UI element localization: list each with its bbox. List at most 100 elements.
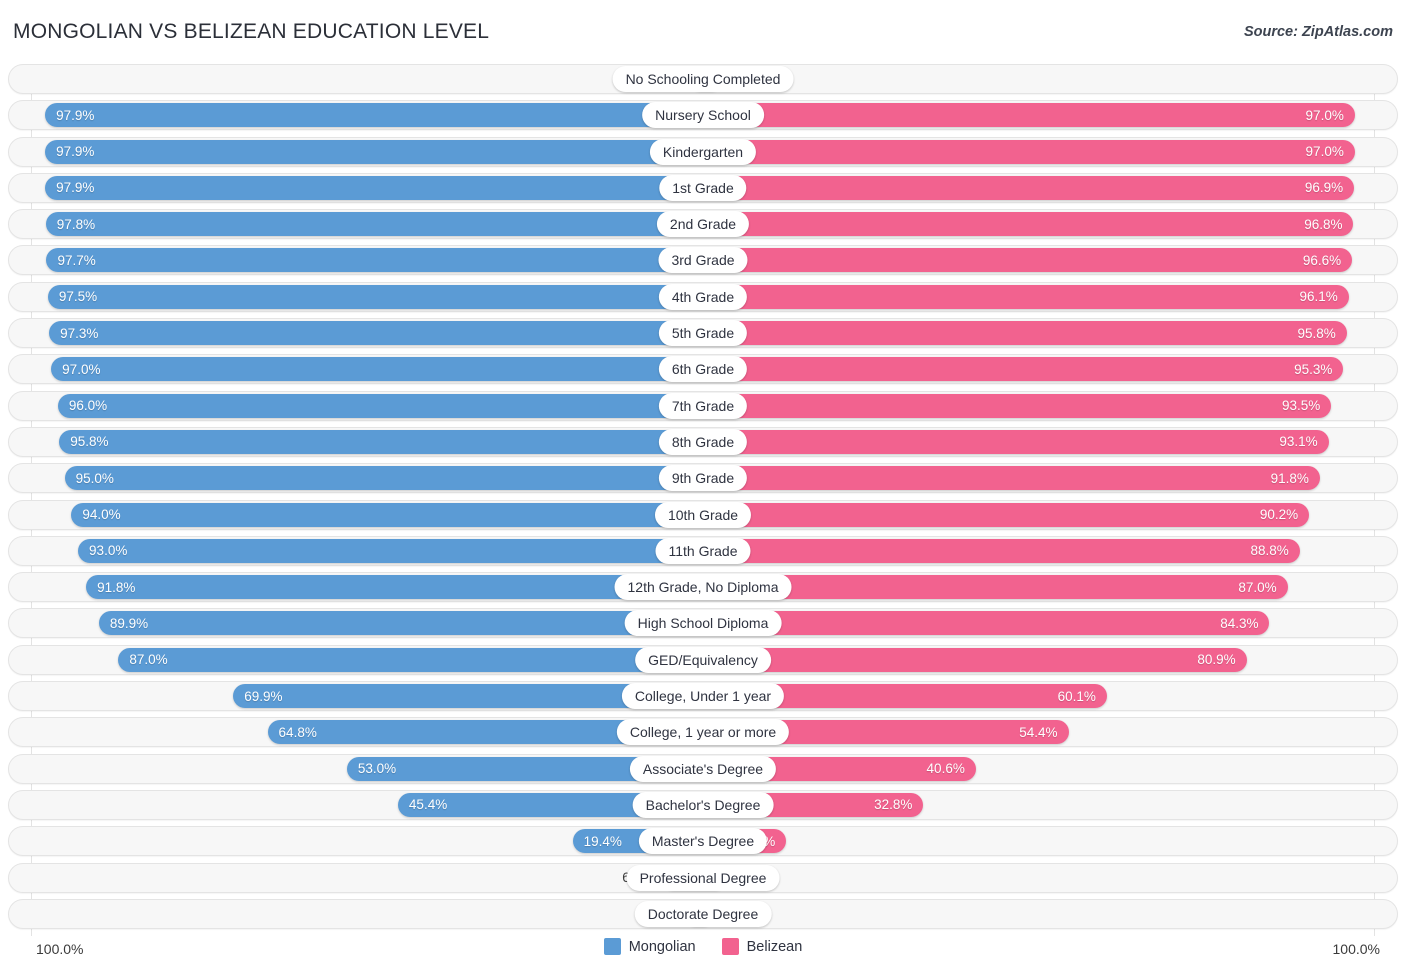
bar-value-inside: 93.5% <box>1282 398 1321 414</box>
bar-belizean[interactable]: 96.6% <box>703 248 1353 273</box>
bar-half-belizean: 32.8%32.8% <box>703 792 1398 817</box>
legend-label: Mongolian <box>628 938 696 955</box>
bar-mongolian[interactable]: 96.0% <box>57 393 703 418</box>
bar-value-inside: 53.0% <box>357 761 397 777</box>
bar-value-inside: 32.8% <box>874 797 913 813</box>
bar-value-inside: 97.9% <box>56 180 95 196</box>
category-label: 1st Grade <box>659 174 747 201</box>
bar-value-inside: 95.0% <box>75 470 114 486</box>
bar-value-inside: 89.9% <box>109 615 149 631</box>
bar-mongolian[interactable]: 97.9% <box>45 175 703 200</box>
bar-half-belizean: 93.5%93.5% <box>703 393 1398 418</box>
category-label: Master's Degree <box>638 828 768 855</box>
legend-item-mongolian[interactable]: Mongolian <box>603 938 696 955</box>
category-label: 5th Grade <box>658 320 748 347</box>
bar-half-mongolian: 97.9%97.9% <box>8 175 703 200</box>
bar-mongolian[interactable]: 94.0% <box>71 502 703 527</box>
legend-item-belizean[interactable]: Belizean <box>721 938 802 955</box>
bar-half-belizean: 90.2%90.2% <box>703 502 1398 527</box>
bar-belizean[interactable]: 93.1% <box>703 429 1329 454</box>
bar-mongolian[interactable]: 97.8% <box>45 212 703 237</box>
bar-belizean[interactable]: 93.5% <box>703 393 1332 418</box>
bar-mongolian[interactable]: 91.8% <box>86 575 703 600</box>
category-label: 12th Grade, No Diploma <box>614 574 792 601</box>
bar-value-inside: 97.8% <box>56 216 96 232</box>
chart-row: 64.8%64.8%54.4%54.4%College, 1 year or m… <box>8 717 1398 748</box>
legend-swatch-icon <box>721 938 739 955</box>
bar-value-inside: 97.9% <box>56 107 95 123</box>
bar-value-inside: 60.1% <box>1057 688 1096 704</box>
bar-half-belizean: 40.6%40.6% <box>703 756 1398 781</box>
bar-mongolian[interactable]: 93.0% <box>78 538 703 563</box>
bar-half-mongolian: 2.1%2.1% <box>8 67 703 91</box>
bar-half-belizean: 3.6%3.6% <box>703 865 1398 890</box>
bar-value-inside: 97.0% <box>1305 107 1344 123</box>
category-label: GED/Equivalency <box>635 646 771 673</box>
bar-belizean[interactable]: 80.9% <box>703 647 1247 672</box>
bar-belizean[interactable]: 95.3% <box>703 357 1344 382</box>
bar-value-inside: 96.1% <box>1299 289 1338 305</box>
chart-row: 6.1%6.1%3.6%3.6%Professional Degree <box>8 862 1398 893</box>
category-label: 4th Grade <box>658 283 748 310</box>
bar-value-inside: 96.8% <box>1304 216 1343 232</box>
chart-row: 93.0%93.0%88.8%88.8%11th Grade <box>8 535 1398 566</box>
bar-mongolian[interactable]: 97.0% <box>51 357 703 382</box>
chart-row: 97.0%97.0%95.3%95.3%6th Grade <box>8 354 1398 385</box>
bar-value-inside: 88.8% <box>1250 543 1289 559</box>
bar-mongolian[interactable]: 97.5% <box>47 284 703 309</box>
bar-belizean[interactable]: 96.9% <box>703 175 1355 200</box>
bar-belizean[interactable]: 97.0% <box>703 103 1355 128</box>
bar-mongolian[interactable]: 87.0% <box>118 647 703 672</box>
chart-row: 97.8%97.8%96.8%96.8%2nd Grade <box>8 209 1398 240</box>
bar-half-belizean: 1.4%1.4% <box>703 901 1398 926</box>
bar-half-mongolian: 97.9%97.9% <box>8 139 703 164</box>
category-label: Nursery School <box>642 102 764 129</box>
chart-row: 53.0%53.0%40.6%40.6%Associate's Degree <box>8 753 1398 784</box>
bar-value-inside: 91.8% <box>97 579 136 595</box>
bar-value-inside: 96.6% <box>1302 252 1342 268</box>
category-label: 9th Grade <box>658 465 748 492</box>
category-label: 11th Grade <box>655 537 751 564</box>
bar-value-inside: 96.9% <box>1304 180 1344 196</box>
bar-value-inside: 80.9% <box>1197 652 1236 668</box>
category-label: 10th Grade <box>654 501 752 528</box>
bar-belizean[interactable]: 91.8% <box>703 466 1320 491</box>
bar-belizean[interactable]: 88.8% <box>703 538 1300 563</box>
bar-mongolian[interactable]: 97.9% <box>45 139 703 164</box>
bar-half-belizean: 97.0%97.0% <box>703 103 1398 128</box>
category-label: Kindergarten <box>649 138 757 165</box>
chart-row: 2.8%2.8%1.4%1.4%Doctorate Degree <box>8 898 1398 929</box>
bar-half-mongolian: 64.8%64.8% <box>8 720 703 745</box>
bar-half-belizean: 95.8%95.8% <box>703 321 1398 346</box>
bar-belizean[interactable]: 84.3% <box>703 611 1270 636</box>
bar-value-inside: 84.3% <box>1220 615 1259 631</box>
bar-half-belizean: 54.4%54.4% <box>703 720 1398 745</box>
bar-value-inside: 97.0% <box>1305 144 1344 160</box>
category-label: 7th Grade <box>658 392 748 419</box>
bar-mongolian[interactable]: 97.3% <box>49 321 703 346</box>
bar-mongolian[interactable]: 95.0% <box>64 466 703 491</box>
bar-value-inside: 95.8% <box>1297 325 1336 341</box>
bar-half-belizean: 12.4%12.4% <box>703 829 1398 854</box>
chart-row: 97.5%97.5%96.1%96.1%4th Grade <box>8 281 1398 312</box>
bar-belizean[interactable]: 97.0% <box>703 139 1355 164</box>
bar-mongolian[interactable]: 97.9% <box>45 103 703 128</box>
bar-belizean[interactable]: 90.2% <box>703 502 1310 527</box>
bar-belizean[interactable]: 96.8% <box>703 212 1354 237</box>
bar-mongolian[interactable]: 89.9% <box>98 611 703 636</box>
bar-half-mongolian: 45.4%45.4% <box>8 792 703 817</box>
bar-mongolian[interactable]: 97.7% <box>46 248 703 273</box>
bar-value-inside: 97.9% <box>56 144 95 160</box>
bar-mongolian[interactable]: 95.8% <box>59 429 703 454</box>
bar-half-mongolian: 97.8%97.8% <box>8 212 703 237</box>
category-label: College, 1 year or more <box>616 719 790 746</box>
bar-half-mongolian: 96.0%96.0% <box>8 393 703 418</box>
bar-value-inside: 95.3% <box>1294 361 1333 377</box>
bar-value-inside: 97.3% <box>60 325 99 341</box>
bar-belizean[interactable]: 96.1% <box>703 284 1349 309</box>
bar-half-belizean: 88.8%88.8% <box>703 538 1398 563</box>
bar-half-mongolian: 93.0%93.0% <box>8 538 703 563</box>
bar-value-inside: 97.5% <box>58 289 98 305</box>
chart-row: 96.0%96.0%93.5%93.5%7th Grade <box>8 390 1398 421</box>
bar-belizean[interactable]: 95.8% <box>703 321 1347 346</box>
